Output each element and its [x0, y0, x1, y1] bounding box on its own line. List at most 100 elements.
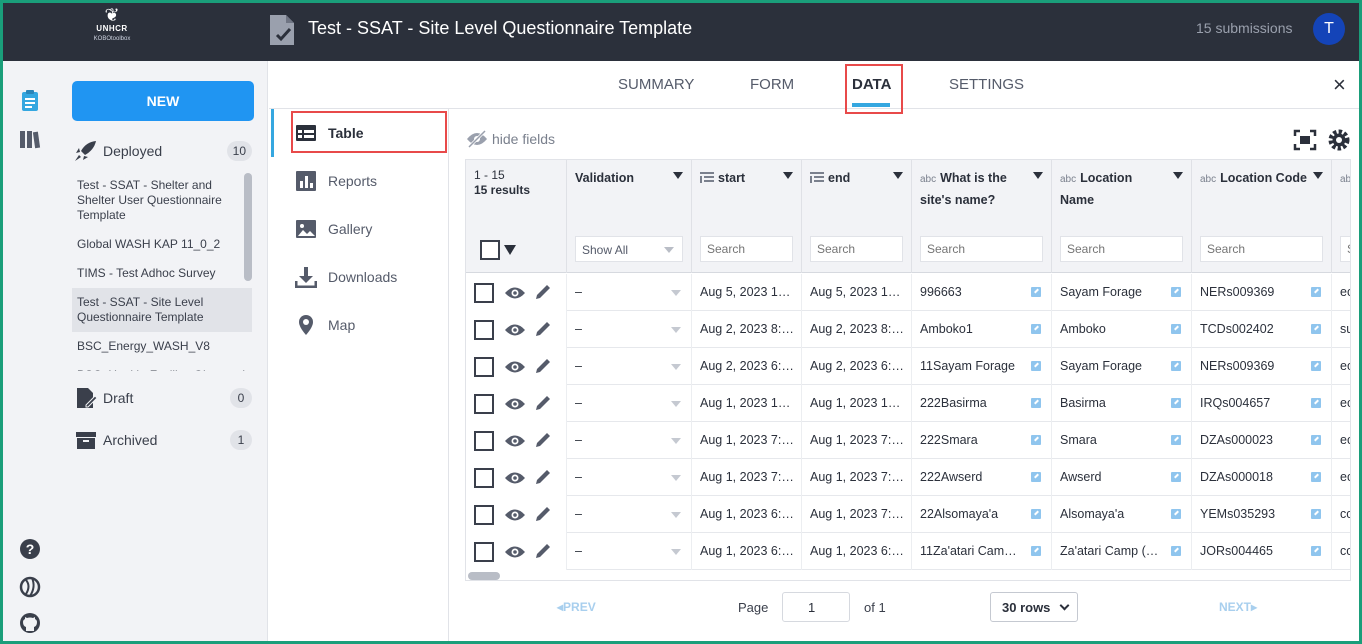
- row-checkbox[interactable]: [474, 394, 494, 414]
- column-header-location-name[interactable]: abc Location Name: [1052, 160, 1192, 273]
- eye-icon[interactable]: [504, 433, 526, 449]
- unhcr-kobo-logo[interactable]: ❦ UNHCR KOBOtoolbox: [72, 6, 152, 54]
- open-cell-icon[interactable]: [1171, 361, 1181, 371]
- asset-item[interactable]: BSC_Energy_WASH_V8: [72, 332, 252, 361]
- settings-gear-icon[interactable]: [1327, 128, 1351, 152]
- open-cell-icon[interactable]: [1031, 324, 1041, 334]
- search-input[interactable]: [1200, 236, 1323, 262]
- language-globe-icon[interactable]: [18, 575, 42, 599]
- asset-item[interactable]: BSC_Health_Facility_Observation_v16: [72, 361, 252, 371]
- open-cell-icon[interactable]: [1171, 287, 1181, 297]
- user-avatar[interactable]: T: [1313, 13, 1345, 45]
- horizontal-scrollbar[interactable]: [468, 572, 500, 580]
- open-cell-icon[interactable]: [1311, 472, 1321, 482]
- open-cell-icon[interactable]: [1171, 324, 1181, 334]
- open-cell-icon[interactable]: [1031, 361, 1041, 371]
- eye-icon[interactable]: [504, 396, 526, 412]
- page-number-input[interactable]: 1: [782, 592, 850, 622]
- asset-item[interactable]: Test - SSAT - Shelter and Shelter User Q…: [72, 171, 252, 230]
- validation-dropdown-icon[interactable]: [671, 364, 681, 370]
- eye-icon[interactable]: [504, 470, 526, 486]
- open-cell-icon[interactable]: [1311, 361, 1321, 371]
- search-input[interactable]: [1340, 236, 1350, 262]
- deployed-section[interactable]: Deployed 10: [72, 138, 252, 164]
- eye-icon[interactable]: [504, 507, 526, 523]
- asset-item[interactable]: Global WASH KAP 11_0_2: [72, 230, 252, 259]
- row-checkbox[interactable]: [474, 357, 494, 377]
- fullscreen-icon[interactable]: [1293, 128, 1317, 152]
- search-input[interactable]: [1060, 236, 1183, 262]
- column-header-end[interactable]: end: [802, 160, 912, 273]
- column-menu-caret-icon[interactable]: [893, 172, 903, 179]
- open-cell-icon[interactable]: [1311, 398, 1321, 408]
- column-header-start[interactable]: start: [692, 160, 802, 273]
- rows-per-page-select[interactable]: 30 rows: [990, 592, 1078, 622]
- eye-icon[interactable]: [504, 544, 526, 560]
- subnav-reports[interactable]: Reports: [295, 170, 435, 194]
- column-menu-caret-icon[interactable]: [1033, 172, 1043, 179]
- edit-pencil-icon[interactable]: [534, 431, 552, 449]
- search-input[interactable]: [700, 236, 793, 262]
- github-icon[interactable]: [18, 611, 42, 635]
- validation-dropdown-icon[interactable]: [671, 290, 681, 296]
- new-project-button[interactable]: NEW: [72, 81, 254, 121]
- select-all-dropdown-icon[interactable]: [504, 245, 516, 255]
- edit-pencil-icon[interactable]: [534, 394, 552, 412]
- open-cell-icon[interactable]: [1171, 509, 1181, 519]
- subnav-downloads[interactable]: Downloads: [295, 266, 435, 290]
- validation-dropdown-icon[interactable]: [671, 401, 681, 407]
- open-cell-icon[interactable]: [1171, 435, 1181, 445]
- column-menu-caret-icon[interactable]: [783, 172, 793, 179]
- column-menu-caret-icon[interactable]: [1173, 172, 1183, 179]
- open-cell-icon[interactable]: [1171, 472, 1181, 482]
- row-checkbox[interactable]: [474, 468, 494, 488]
- eye-icon[interactable]: [504, 285, 526, 301]
- tab-form[interactable]: FORM: [750, 76, 794, 93]
- open-cell-icon[interactable]: [1171, 546, 1181, 556]
- validation-dropdown-icon[interactable]: [671, 512, 681, 518]
- row-checkbox[interactable]: [474, 431, 494, 451]
- search-input[interactable]: [810, 236, 903, 262]
- open-cell-icon[interactable]: [1031, 472, 1041, 482]
- asset-item-active[interactable]: Test - SSAT - Site Level Questionnaire T…: [72, 288, 252, 332]
- subnav-map[interactable]: Map: [295, 314, 435, 338]
- subnav-gallery[interactable]: Gallery: [295, 218, 435, 242]
- hide-fields-button[interactable]: hide fields: [466, 129, 576, 149]
- open-cell-icon[interactable]: [1311, 509, 1321, 519]
- close-icon[interactable]: ×: [1333, 72, 1346, 98]
- column-header-location-code[interactable]: abc Location Code: [1192, 160, 1332, 273]
- projects-icon[interactable]: [18, 89, 42, 113]
- search-input[interactable]: [920, 236, 1043, 262]
- eye-icon[interactable]: [504, 322, 526, 338]
- asset-item[interactable]: TIMS - Test Adhoc Survey: [72, 259, 252, 288]
- asset-list-scrollbar[interactable]: [244, 173, 252, 281]
- edit-pencil-icon[interactable]: [534, 283, 552, 301]
- subnav-table[interactable]: Table: [295, 122, 435, 146]
- tab-summary[interactable]: SUMMARY: [618, 76, 694, 93]
- edit-pencil-icon[interactable]: [534, 468, 552, 486]
- row-checkbox[interactable]: [474, 283, 494, 303]
- open-cell-icon[interactable]: [1031, 546, 1041, 556]
- column-menu-caret-icon[interactable]: [673, 172, 683, 179]
- open-cell-icon[interactable]: [1311, 435, 1321, 445]
- validation-dropdown-icon[interactable]: [671, 475, 681, 481]
- open-cell-icon[interactable]: [1311, 287, 1321, 297]
- column-header-site-name[interactable]: abc What is the site's name?: [912, 160, 1052, 273]
- open-cell-icon[interactable]: [1311, 546, 1321, 556]
- row-checkbox[interactable]: [474, 320, 494, 340]
- tab-settings[interactable]: SETTINGS: [949, 76, 1024, 93]
- validation-dropdown-icon[interactable]: [671, 327, 681, 333]
- eye-icon[interactable]: [504, 359, 526, 375]
- column-header-validation[interactable]: Validation Show All: [567, 160, 692, 273]
- library-icon[interactable]: [18, 127, 42, 151]
- row-checkbox[interactable]: [474, 542, 494, 562]
- validation-dropdown-icon[interactable]: [671, 438, 681, 444]
- select-all-checkbox[interactable]: [480, 240, 500, 260]
- validation-filter-select[interactable]: Show All: [575, 236, 683, 262]
- open-cell-icon[interactable]: [1311, 324, 1321, 334]
- edit-pencil-icon[interactable]: [534, 320, 552, 338]
- edit-pencil-icon[interactable]: [534, 505, 552, 523]
- open-cell-icon[interactable]: [1031, 287, 1041, 297]
- open-cell-icon[interactable]: [1031, 509, 1041, 519]
- open-cell-icon[interactable]: [1031, 398, 1041, 408]
